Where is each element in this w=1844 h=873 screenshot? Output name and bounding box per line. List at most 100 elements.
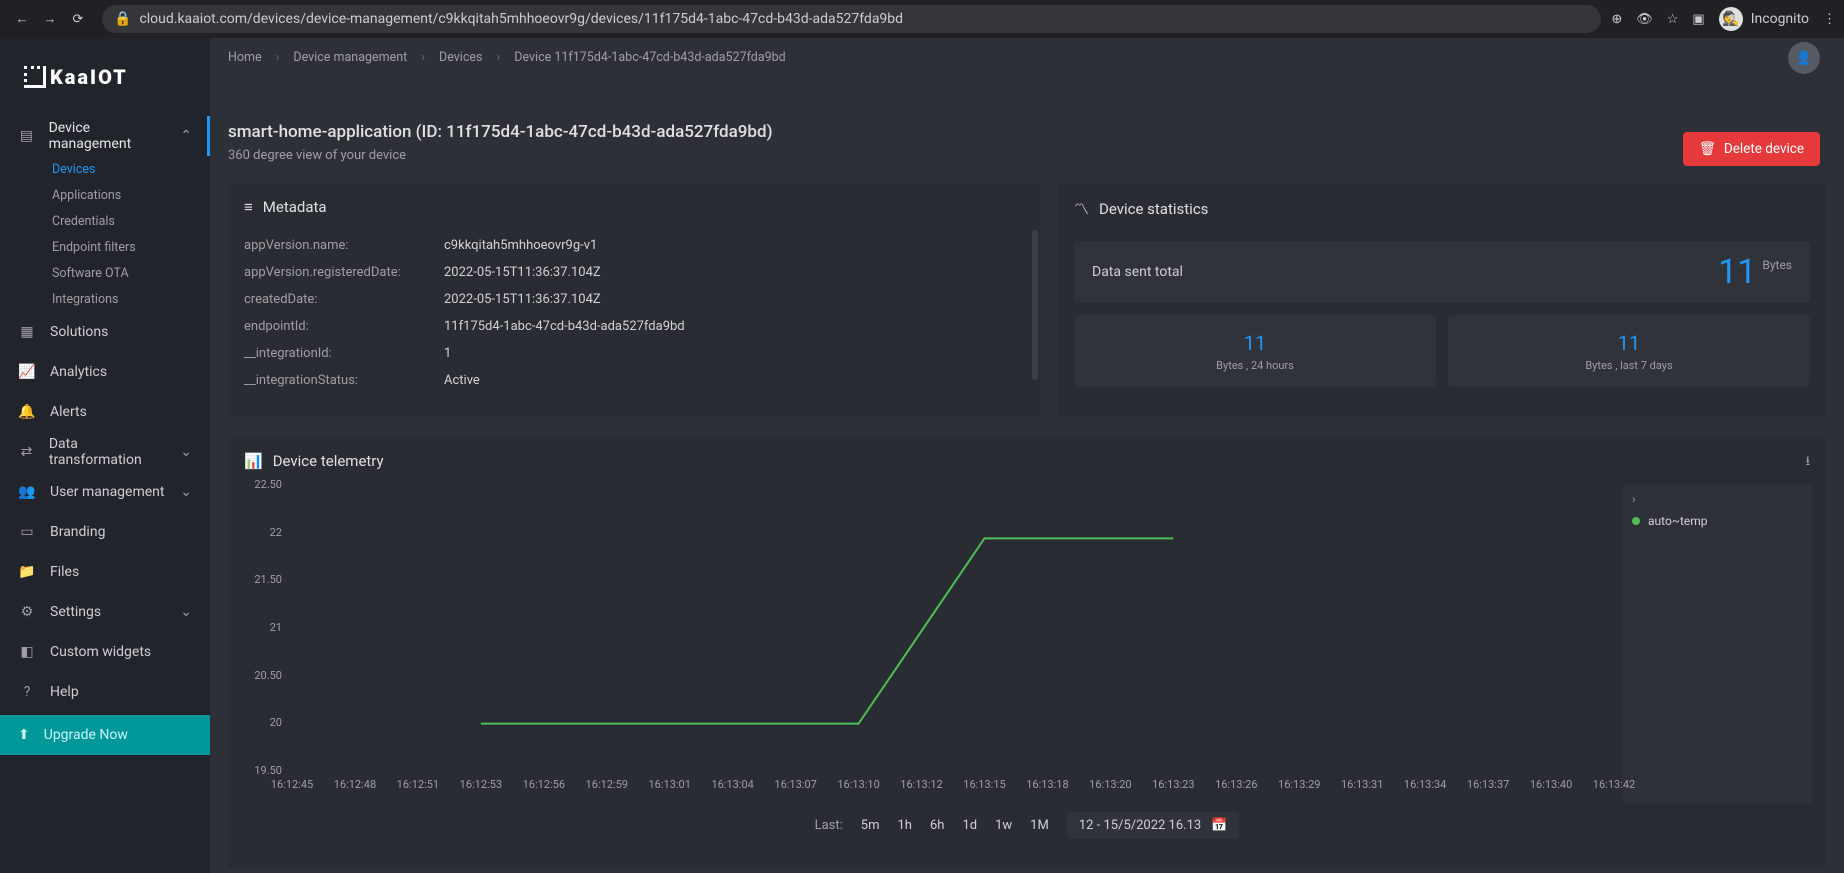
incognito-label: Incognito — [1751, 11, 1809, 27]
delete-label: Delete device — [1724, 141, 1804, 157]
stat-total-value: 11 — [1718, 252, 1756, 292]
transform-icon: ⇄ — [18, 444, 35, 460]
nav-alerts[interactable]: 🔔Alerts — [0, 392, 210, 432]
nav-sub-endpoint-filters[interactable]: Endpoint filters — [0, 234, 210, 260]
upgrade-button[interactable]: ⬆Upgrade Now — [0, 715, 210, 755]
chevron-right-icon[interactable]: › — [1632, 492, 1802, 506]
sidebar: KaaIOT ▤ Device management ⌃ Devices App… — [0, 38, 210, 873]
url-bar[interactable]: 🔒 cloud.kaaiot.com/devices/device-manage… — [102, 5, 1601, 33]
chevron-down-icon: ⌄ — [180, 604, 192, 620]
users-icon: 👥 — [18, 484, 36, 500]
chart-icon: 📊 — [244, 452, 263, 470]
nav-label: Branding — [50, 524, 105, 540]
nav-files[interactable]: 📁Files — [0, 552, 210, 592]
nav-custom-widgets[interactable]: ◧Custom widgets — [0, 632, 210, 672]
time-range-bar: Last: 5m 1h 6h 1d 1w 1M 12 - 15/5/2022 1… — [228, 812, 1826, 839]
chevron-down-icon: ⌄ — [180, 484, 192, 500]
nav-label: Custom widgets — [50, 644, 151, 660]
crumb-device: Device 11f175d4-1abc-47cd-b43d-ada527fda… — [514, 50, 786, 65]
meta-key: __integrationId: — [244, 346, 444, 361]
nav-user-management[interactable]: 👥User management⌄ — [0, 472, 210, 512]
metadata-card: ≡Metadata appVersion.name:c9kkqitah5mhho… — [228, 184, 1040, 416]
nav-analytics[interactable]: 📈 Analytics — [0, 352, 210, 392]
user-icon: 👤 — [1796, 51, 1812, 66]
meta-key: createdDate: — [244, 292, 444, 307]
star-icon[interactable]: ☆ — [1667, 12, 1679, 27]
nav-label: Analytics — [50, 364, 107, 380]
meta-row: appVersion.registeredDate:2022-05-15T11:… — [244, 259, 1024, 286]
eye-off-icon[interactable]: 👁 — [1636, 12, 1653, 27]
nav-help[interactable]: ? Help — [0, 672, 210, 712]
stat-total-unit: Bytes — [1762, 258, 1792, 272]
scrollbar[interactable] — [1032, 230, 1038, 380]
meta-row: appVersion.name:c9kkqitah5mhhoeovr9g-v1 — [244, 232, 1024, 259]
crumb-devices[interactable]: Devices — [439, 50, 482, 65]
range-1w[interactable]: 1w — [995, 818, 1012, 833]
nav-data-transformation[interactable]: ⇄Data transformation⌄ — [0, 432, 210, 472]
nav-settings[interactable]: ⚙Settings⌄ — [0, 592, 210, 632]
nav-sub-devices[interactable]: Devices — [0, 156, 210, 182]
date-range-picker[interactable]: 12 - 15/5/2022 16.13 📅 — [1067, 812, 1240, 839]
breadcrumb: Home› Device management› Devices› Device… — [228, 50, 786, 75]
chevron-right-icon: › — [276, 50, 280, 65]
panel-icon[interactable]: ▣ — [1692, 12, 1704, 27]
meta-key: appVersion.registeredDate: — [244, 265, 444, 280]
nav-label: Solutions — [50, 324, 108, 340]
metadata-title: Metadata — [263, 198, 327, 216]
date-range-text: 12 - 15/5/2022 16.13 — [1079, 818, 1201, 833]
nav-solutions[interactable]: ▦Solutions — [0, 312, 210, 352]
nav-sub-applications[interactable]: Applications — [0, 182, 210, 208]
legend-color-dot — [1632, 517, 1640, 525]
meta-value: 1 — [444, 346, 451, 361]
range-5m[interactable]: 5m — [861, 818, 880, 833]
meta-value: 2022-05-15T11:36:37.104Z — [444, 292, 601, 307]
chevron-down-icon: ⌄ — [180, 444, 192, 460]
range-1M[interactable]: 1M — [1030, 818, 1049, 833]
analytics-icon: 📈 — [18, 364, 36, 380]
calendar-icon: 📅 — [1211, 818, 1227, 833]
range-6h[interactable]: 6h — [930, 818, 944, 833]
legend-item[interactable]: auto~temp — [1632, 514, 1802, 528]
reload-icon[interactable]: ⟳ — [64, 5, 92, 33]
zoom-icon[interactable]: ⊕ — [1611, 12, 1622, 27]
menu-dots-icon[interactable]: ⋮ — [1823, 12, 1836, 27]
range-1h[interactable]: 1h — [898, 818, 912, 833]
back-icon[interactable]: ← — [8, 5, 36, 33]
crumb-device-management[interactable]: Device management — [293, 50, 407, 65]
nav-sub-integrations[interactable]: Integrations — [0, 286, 210, 312]
branding-icon: ▭ — [18, 524, 36, 540]
metadata-body: appVersion.name:c9kkqitah5mhhoeovr9g-v1 … — [228, 230, 1040, 394]
help-icon: ? — [18, 684, 36, 700]
nav-sub-credentials[interactable]: Credentials — [0, 208, 210, 234]
main: Home› Device management› Devices› Device… — [210, 38, 1844, 873]
delete-device-button[interactable]: 🗑 Delete device — [1683, 132, 1820, 166]
upgrade-label: Upgrade Now — [44, 727, 128, 743]
crumb-home[interactable]: Home — [228, 50, 262, 65]
y-axis-labels: 19.502020.502121.502222.50 — [236, 484, 288, 770]
range-1d[interactable]: 1d — [962, 818, 977, 833]
nav-label: Help — [50, 684, 79, 700]
x-axis-labels: 16:12:4516:12:4816:12:5116:12:5316:12:56… — [292, 778, 1614, 804]
nav-label: Files — [50, 564, 79, 580]
page-subtitle: 360 degree view of your device — [228, 148, 773, 163]
nav-device-management[interactable]: ▤ Device management ⌃ — [0, 116, 210, 156]
logo-text: KaaIOT — [50, 65, 128, 89]
meta-value: 11f175d4-1abc-47cd-b43d-ada527fda9bd — [444, 319, 685, 334]
download-icon[interactable]: ⭳ — [1805, 452, 1810, 474]
logo[interactable]: KaaIOT — [0, 38, 210, 116]
bell-icon: 🔔 — [18, 404, 36, 420]
meta-value: Active — [444, 373, 480, 388]
meta-key: appVersion.name: — [244, 238, 444, 253]
page-title: smart-home-application (ID: 11f175d4-1ab… — [228, 122, 773, 142]
forward-icon[interactable]: → — [36, 5, 64, 33]
nav-sub-software-ota[interactable]: Software OTA — [0, 260, 210, 286]
stat-value: 11 — [1618, 331, 1640, 355]
legend-label: auto~temp — [1648, 514, 1708, 528]
avatar[interactable]: 👤 — [1788, 42, 1820, 74]
device-statistics-card: 〽Device statistics Data sent total 11 By… — [1058, 184, 1826, 416]
nav-branding[interactable]: ▭ Branding — [0, 512, 210, 552]
stat-24h: 11 Bytes , 24 hours — [1074, 315, 1436, 387]
range-label: Last: — [815, 818, 843, 833]
browser-bar: ← → ⟳ 🔒 cloud.kaaiot.com/devices/device-… — [0, 0, 1844, 38]
meta-key: __integrationStatus: — [244, 373, 444, 388]
